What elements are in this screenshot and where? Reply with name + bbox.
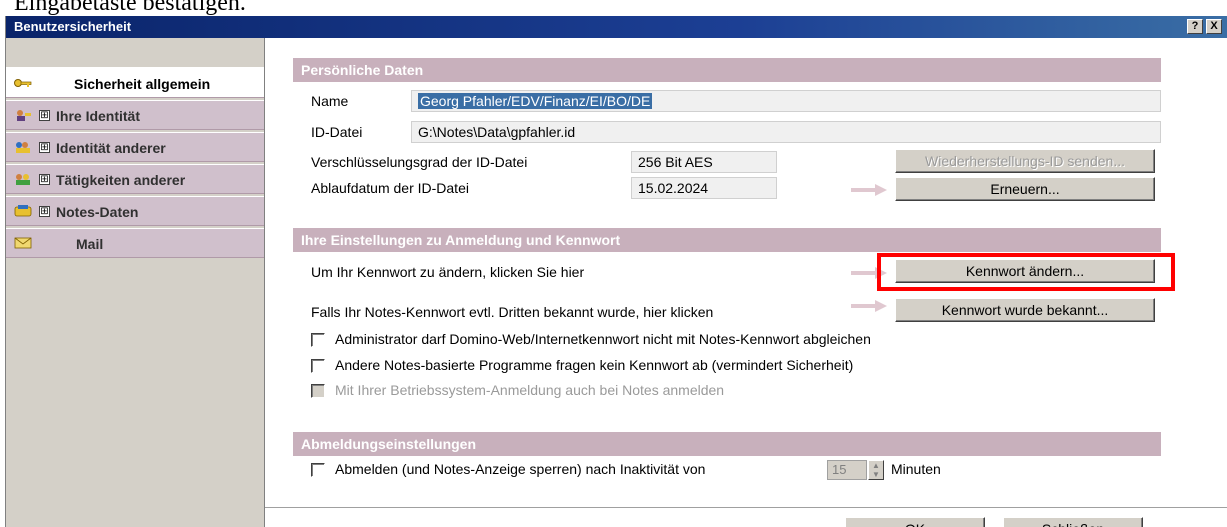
sidebar-item-ihre-identitaet[interactable]: ⊞ Ihre Identität: [6, 100, 264, 130]
checkbox-label: Mit Ihrer Betriebssystem-Anmeldung auch …: [335, 382, 725, 398]
expiry-field[interactable]: 15.02.2024: [631, 177, 777, 199]
encryption-field[interactable]: 256 Bit AES: [631, 151, 777, 173]
checkbox-label: Andere Notes-basierte Programme fragen k…: [335, 357, 854, 373]
encryption-label: Verschlüsselungsgrad der ID-Datei: [311, 154, 528, 170]
close-window-button[interactable]: X: [1206, 19, 1222, 34]
sidebar-item-label: Notes-Daten: [56, 204, 139, 220]
expand-icon[interactable]: ⊞: [39, 142, 50, 153]
sidebar-item-taetigkeiten-anderer[interactable]: ⊞ Tätigkeiten anderer: [6, 164, 264, 194]
password-known-button[interactable]: Kennwort wurde bekannt...: [895, 298, 1155, 322]
dialog-title: Benutzersicherheit: [14, 19, 132, 34]
identity-others-icon: [16, 142, 30, 153]
sidebar-item-label: Ihre Identität: [56, 108, 141, 124]
title-bar: Benutzersicherheit ? X: [6, 16, 1227, 38]
checkbox-label: Abmelden (und Notes-Anzeige sperren) nac…: [335, 461, 706, 477]
section-header-logout: Abmeldungseinstellungen: [293, 432, 1161, 456]
section-header-personal: Persönliche Daten: [293, 58, 1161, 82]
expand-icon[interactable]: ⊞: [39, 206, 50, 217]
section-header-login: Ihre Einstellungen zu Anmeldung und Kenn…: [293, 228, 1161, 252]
arrow-right-icon: [851, 184, 887, 196]
sidebar-item-notes-daten[interactable]: ⊞ Notes-Daten: [6, 196, 264, 226]
recovery-id-button[interactable]: Wiederherstellungs-ID senden...: [895, 149, 1155, 173]
password-known-text: Falls Ihr Notes-Kennwort evtl. Dritten b…: [311, 304, 714, 320]
sidebar-item-identitaet-anderer[interactable]: ⊞ Identität anderer: [6, 132, 264, 162]
checkbox-admin-web-password[interactable]: [311, 333, 325, 347]
checkbox-auto-logout[interactable]: [311, 463, 325, 477]
main-panel: Persönliche Daten Name Georg Pfahler/EDV…: [264, 38, 1227, 527]
sidebar-item-label: Mail: [76, 236, 104, 252]
mail-icon: [14, 237, 32, 249]
name-label: Name: [311, 93, 349, 109]
identity-icon: [17, 110, 31, 121]
renew-button[interactable]: Erneuern...: [895, 177, 1155, 201]
minutes-unit-label: Minuten: [891, 461, 941, 477]
expand-icon[interactable]: ⊞: [39, 174, 50, 185]
sidebar: Sicherheit allgemein ⊞ Ihre Identität ⊞ …: [6, 38, 264, 527]
sidebar-item-sicherheit-allgemein[interactable]: Sicherheit allgemein: [6, 68, 264, 98]
iddatei-field[interactable]: G:\Notes\Data\gpfahler.id: [411, 121, 1161, 143]
arrow-right-icon: [851, 300, 887, 312]
minutes-stepper[interactable]: ▲ ▼: [868, 460, 884, 480]
checkbox-os-login[interactable]: [311, 384, 325, 398]
expiry-label: Ablaufdatum der ID-Datei: [311, 180, 469, 196]
expand-icon[interactable]: ⊞: [39, 110, 50, 121]
notes-data-icon: [14, 205, 32, 217]
minutes-input[interactable]: 15: [827, 460, 867, 480]
sidebar-top-spacer: [6, 38, 264, 68]
name-field[interactable]: Georg Pfahler/EDV/Finanz/EI/BO/DE: [411, 90, 1161, 112]
sidebar-item-label: Sicherheit allgemein: [74, 76, 211, 92]
key-icon: [14, 79, 32, 87]
sidebar-item-label: Tätigkeiten anderer: [56, 172, 186, 188]
sidebar-item-mail[interactable]: Mail: [6, 228, 264, 258]
close-button[interactable]: Schließen: [1003, 517, 1143, 527]
checkbox-other-programs[interactable]: [311, 359, 325, 373]
sidebar-item-label: Identität anderer: [56, 140, 166, 156]
help-button[interactable]: ?: [1187, 19, 1203, 34]
checkbox-label: Administrator darf Domino-Web/Internetke…: [335, 331, 871, 347]
user-security-dialog: Benutzersicherheit ? X Sicherheit allgem…: [5, 16, 1227, 527]
activities-icon: [16, 174, 30, 185]
ok-button[interactable]: OK: [845, 517, 985, 527]
change-password-text: Um Ihr Kennwort zu ändern, klicken Sie h…: [311, 264, 585, 280]
change-password-button[interactable]: Kennwort ändern...: [895, 259, 1155, 283]
footer-divider: [265, 507, 1227, 508]
iddatei-label: ID-Datei: [311, 124, 363, 140]
name-value: Georg Pfahler/EDV/Finanz/EI/BO/DE: [418, 93, 653, 109]
background-heading: Eingabetaste bestätigen.: [14, 0, 246, 16]
